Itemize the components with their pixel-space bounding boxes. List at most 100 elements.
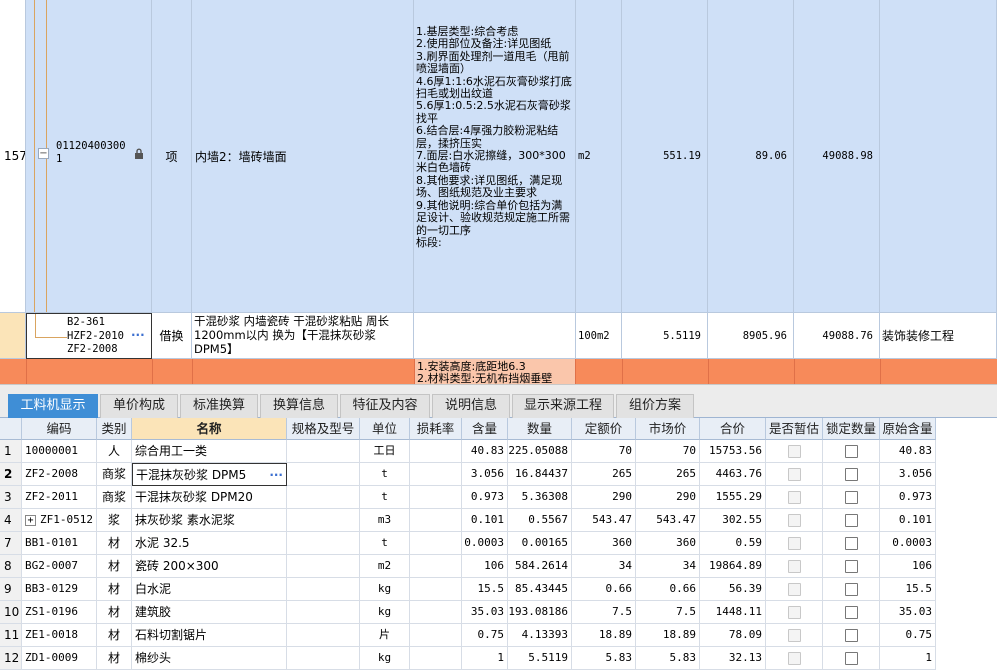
row-number-cell: 11 — [0, 624, 22, 647]
estimate-cell[interactable] — [766, 532, 823, 555]
collapse-icon[interactable]: − — [38, 148, 49, 159]
code-cell[interactable]: + ZF1-0512 — [22, 509, 97, 532]
expand-icon[interactable]: + — [25, 514, 36, 526]
category-text: 人 — [107, 444, 120, 458]
lock-checkbox[interactable] — [844, 445, 858, 458]
category-cell: 人 — [97, 440, 132, 463]
tab-source-project[interactable]: 显示来源工程 — [512, 394, 614, 418]
estimate-checkbox[interactable] — [787, 583, 801, 596]
estimate-cell[interactable] — [766, 578, 823, 601]
column-header-quantity[interactable]: 数量 — [508, 418, 572, 440]
tab-conversion-info[interactable]: 换算信息 — [260, 394, 338, 418]
name-cell[interactable]: 综合用工一类 — [132, 440, 287, 463]
estimate-cell[interactable] — [766, 624, 823, 647]
column-header-original-content[interactable]: 原始含量 — [880, 418, 936, 440]
estimate-checkbox[interactable] — [787, 652, 801, 665]
sub-code-cell[interactable]: B2-361 HZF2-2010 ZF2-2008 ··· — [26, 313, 152, 359]
lock-quantity-cell[interactable] — [823, 578, 880, 601]
more-button[interactable]: ··· — [131, 328, 145, 342]
column-header-quota-price[interactable]: 定额价 — [572, 418, 636, 440]
lock-quantity-cell[interactable] — [823, 532, 880, 555]
column-header-loss-rate[interactable]: 损耗率 — [410, 418, 462, 440]
name-cell[interactable]: 抹灰砂浆 素水泥浆 — [132, 509, 287, 532]
lock-quantity-cell[interactable] — [823, 463, 880, 486]
estimate-checkbox[interactable] — [787, 468, 801, 481]
estimate-checkbox[interactable] — [787, 514, 801, 527]
content-text: 3.056 — [470, 467, 504, 480]
code-cell[interactable]: ZE1-0018 — [22, 624, 97, 647]
more-button[interactable]: ··· — [269, 464, 283, 485]
estimate-checkbox[interactable] — [787, 560, 801, 573]
estimate-cell[interactable] — [766, 647, 823, 670]
code-cell[interactable]: ZF2-2011 — [22, 486, 97, 509]
tab-features-content[interactable]: 特征及内容 — [340, 394, 430, 418]
estimate-checkbox[interactable] — [787, 445, 801, 458]
column-header-market-price[interactable]: 市场价 — [636, 418, 700, 440]
lock-checkbox[interactable] — [844, 606, 858, 619]
code-cell[interactable]: 10000001 — [22, 440, 97, 463]
quota-price-cell: 70 — [572, 440, 636, 463]
column-header-category[interactable]: 类别 — [97, 418, 132, 440]
name-cell[interactable]: 干混抹灰砂浆 DPM20 — [132, 486, 287, 509]
lock-quantity-cell[interactable] — [823, 486, 880, 509]
code-cell[interactable]: ZF2-2008 — [22, 463, 97, 486]
column-header-name[interactable]: 名称 — [132, 418, 287, 440]
estimate-cell[interactable] — [766, 509, 823, 532]
estimate-cell[interactable] — [766, 601, 823, 624]
tab-standard-conversion[interactable]: 标准换算 — [180, 394, 258, 418]
lock-checkbox[interactable] — [844, 583, 858, 596]
content-cell: 0.101 — [462, 509, 508, 532]
estimate-cell[interactable] — [766, 440, 823, 463]
code-cell[interactable]: BG2-0007 — [22, 555, 97, 578]
estimate-checkbox[interactable] — [787, 606, 801, 619]
column-header-code[interactable]: 编码 — [22, 418, 97, 440]
column-header-content[interactable]: 含量 — [462, 418, 508, 440]
name-cell[interactable]: 水泥 32.5 — [132, 532, 287, 555]
code-cell[interactable]: ZS1-0196 — [22, 601, 97, 624]
next-row[interactable]: 1.安装高度:底距地6.3 2.材料类型:无机布挡烟垂壁 — [0, 359, 997, 384]
lock-quantity-cell[interactable] — [823, 601, 880, 624]
original-content-cell: 0.75 — [880, 624, 936, 647]
tab-pricing-scheme[interactable]: 组价方案 — [616, 394, 694, 418]
column-header-spec[interactable]: 规格及型号 — [287, 418, 360, 440]
estimate-cell[interactable] — [766, 555, 823, 578]
column-header-total-price[interactable]: 合价 — [700, 418, 766, 440]
market-price-text: 5.83 — [669, 651, 697, 664]
name-cell[interactable]: 白水泥 — [132, 578, 287, 601]
code-cell[interactable]: BB1-0101 — [22, 532, 97, 555]
tab-description[interactable]: 说明信息 — [432, 394, 510, 418]
code-cell[interactable]: BB3-0129 — [22, 578, 97, 601]
code-cell[interactable]: − 011204003001 — [26, 0, 152, 313]
lock-checkbox[interactable] — [844, 537, 858, 550]
lock-quantity-cell[interactable] — [823, 440, 880, 463]
tab-material-machine[interactable]: 工料机显示 — [8, 394, 98, 418]
lock-checkbox[interactable] — [844, 560, 858, 573]
lock-checkbox[interactable] — [844, 514, 858, 527]
column-header-estimate[interactable]: 是否暂估 — [766, 418, 823, 440]
lock-checkbox[interactable] — [844, 468, 858, 481]
name-cell[interactable]: 干混抹灰砂浆 DPM5 ··· — [132, 463, 287, 486]
name-cell[interactable]: 石料切割锯片 — [132, 624, 287, 647]
lock-quantity-cell[interactable] — [823, 555, 880, 578]
column-header-unit[interactable]: 单位 — [360, 418, 410, 440]
lock-checkbox[interactable] — [844, 652, 858, 665]
spec-cell — [287, 532, 360, 555]
lock-quantity-cell[interactable] — [823, 647, 880, 670]
estimate-checkbox[interactable] — [787, 491, 801, 504]
code-cell[interactable]: ZD1-0009 — [22, 647, 97, 670]
name-cell[interactable]: 瓷砖 200×300 — [132, 555, 287, 578]
tab-unit-price-composition[interactable]: 单价构成 — [100, 394, 178, 418]
estimate-checkbox[interactable] — [787, 629, 801, 642]
unit-text: t — [381, 467, 388, 480]
name-cell[interactable]: 棉纱头 — [132, 647, 287, 670]
original-content-cell: 15.5 — [880, 578, 936, 601]
lock-checkbox[interactable] — [844, 491, 858, 504]
lock-quantity-cell[interactable] — [823, 509, 880, 532]
estimate-cell[interactable] — [766, 486, 823, 509]
lock-checkbox[interactable] — [844, 629, 858, 642]
lock-quantity-cell[interactable] — [823, 624, 880, 647]
name-cell[interactable]: 建筑胶 — [132, 601, 287, 624]
estimate-checkbox[interactable] — [787, 537, 801, 550]
estimate-cell[interactable] — [766, 463, 823, 486]
column-header-lock-quantity[interactable]: 锁定数量 — [823, 418, 880, 440]
